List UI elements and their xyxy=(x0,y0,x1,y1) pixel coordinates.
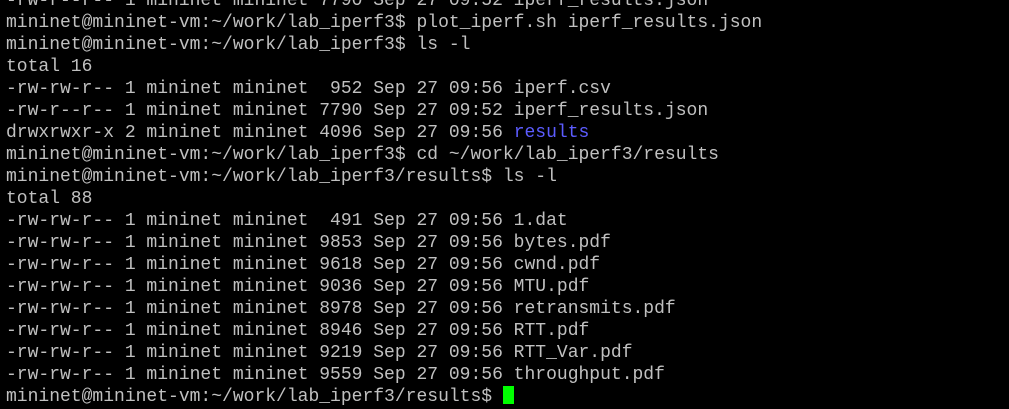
text-cursor[interactable] xyxy=(502,386,514,404)
directory-entry-prefix: drwxrwxr-x 2 mininet mininet 4096 Sep 27… xyxy=(6,123,514,143)
output-line: -rw-rw-r-- 1 mininet mininet 9219 Sep 27… xyxy=(6,343,633,363)
prompt-line[interactable]: mininet@mininet-vm:~/work/lab_iperf3/res… xyxy=(6,386,762,408)
output-line-directory: drwxrwxr-x 2 mininet mininet 4096 Sep 27… xyxy=(6,122,762,144)
output-line: -rw-r--r-- 1 mininet mininet 7790 Sep 27… xyxy=(6,0,709,11)
output-line: -rw-rw-r-- 1 mininet mininet 9618 Sep 27… xyxy=(6,255,601,275)
shell-prompt: mininet@mininet-vm:~/work/lab_iperf3/res… xyxy=(6,387,503,407)
output-line: total 16 xyxy=(6,57,93,77)
output-line: -rw-rw-r-- 1 mininet mininet 9036 Sep 27… xyxy=(6,277,590,297)
output-line: -rw-rw-r-- 1 mininet mininet 8978 Sep 27… xyxy=(6,299,676,319)
output-line: -rw-rw-r-- 1 mininet mininet 952 Sep 27 … xyxy=(6,79,611,99)
command-line: mininet@mininet-vm:~/work/lab_iperf3$ cd… xyxy=(6,145,719,165)
output-line: -rw-rw-r-- 1 mininet mininet 491 Sep 27 … xyxy=(6,211,568,231)
output-line: -rw-rw-r-- 1 mininet mininet 9559 Sep 27… xyxy=(6,365,665,385)
output-line: total 88 xyxy=(6,189,93,209)
output-line: -rw-rw-r-- 1 mininet mininet 8946 Sep 27… xyxy=(6,321,590,341)
command-line: mininet@mininet-vm:~/work/lab_iperf3$ ls… xyxy=(6,35,471,55)
terminal-output: -rw-r--r-- 1 mininet mininet 7790 Sep 27… xyxy=(6,0,762,408)
output-line: -rw-rw-r-- 1 mininet mininet 9853 Sep 27… xyxy=(6,233,611,253)
command-line: mininet@mininet-vm:~/work/lab_iperf3$ pl… xyxy=(6,13,763,33)
output-line: -rw-r--r-- 1 mininet mininet 7790 Sep 27… xyxy=(6,101,709,121)
command-line: mininet@mininet-vm:~/work/lab_iperf3/res… xyxy=(6,167,557,187)
directory-name: results xyxy=(513,123,590,143)
terminal-window[interactable]: -rw-r--r-- 1 mininet mininet 7790 Sep 27… xyxy=(0,0,1009,409)
